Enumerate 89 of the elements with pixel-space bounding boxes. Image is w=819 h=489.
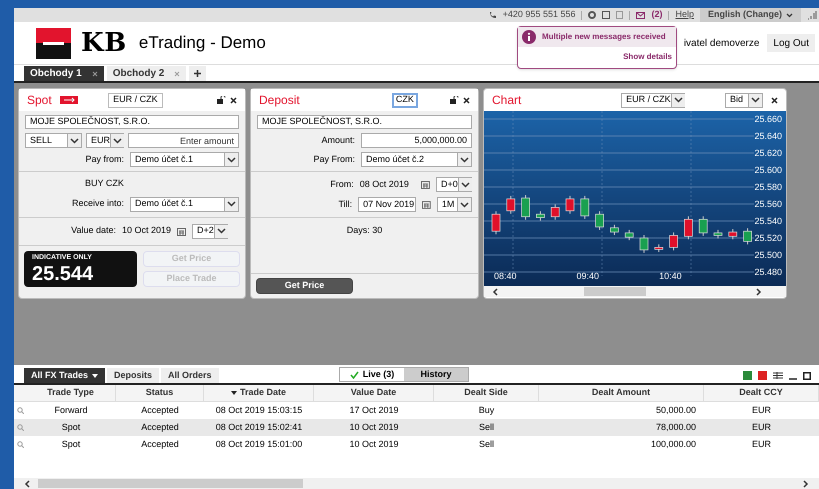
axis-label: 25.580 xyxy=(754,181,782,194)
dropdown[interactable]: Demo účet č.2 xyxy=(361,152,472,167)
table-cell-text: EUR xyxy=(750,404,772,417)
axis-label: 08:40 xyxy=(494,270,517,282)
logout-button[interactable]: Log Out xyxy=(767,34,815,52)
table-cell-text: Spot xyxy=(60,438,82,451)
column-header[interactable]: Status xyxy=(146,386,174,400)
currency-field[interactable]: CZK xyxy=(392,92,418,108)
table-cell-text: 50,000.00 xyxy=(654,404,697,417)
workspace-tab[interactable]: Obchody 1 xyxy=(24,66,104,81)
table-cell-text: Accepted xyxy=(140,438,180,451)
table-cell-text: 10 Oct 2019 xyxy=(348,438,400,451)
table-cell-text: Spot xyxy=(60,420,82,434)
field-label: Receive into: xyxy=(70,197,124,210)
phone-number: +420 955 551 556 xyxy=(502,8,576,22)
column-header[interactable]: Dealt Amount xyxy=(592,386,650,400)
table-cell-text: 100,000.00 xyxy=(650,438,697,451)
workspace-tab[interactable]: Obchody 2 xyxy=(106,66,186,81)
table-cell-text: 17 Oct 2019 xyxy=(348,404,400,417)
company-field[interactable]: MOJE SPOLEČNOST, S.R.O. xyxy=(257,115,472,129)
field-label: From: xyxy=(329,178,354,191)
axis-label: 25.540 xyxy=(754,215,782,228)
dropdown[interactable]: EUR xyxy=(86,133,124,148)
dropdown[interactable]: SELL xyxy=(25,133,82,148)
table-cell-text: Accepted xyxy=(140,420,180,434)
axis-label: 25.620 xyxy=(754,147,782,160)
table-cell-text: 08 Oct 2019 15:03:15 xyxy=(214,404,304,417)
app-title: eTrading - Demo xyxy=(138,32,266,54)
table-cell-text: Buy xyxy=(478,404,496,417)
days-count: Days: 30 xyxy=(346,224,382,237)
table-cell-text: 10 Oct 2019 xyxy=(348,420,400,434)
dropdown[interactable]: Bid xyxy=(725,92,763,108)
trades-tab[interactable]: All FX Trades xyxy=(24,368,106,383)
dropdown[interactable]: D+2 xyxy=(192,224,228,238)
panel-title: Spot xyxy=(27,92,52,109)
filter-toggle[interactable]: History xyxy=(404,368,468,381)
user-name: ivatel demoverze xyxy=(684,36,760,50)
column-header[interactable]: Trade Type xyxy=(47,386,94,400)
currency-pair-field[interactable]: EUR / CZK xyxy=(108,92,163,108)
column-header[interactable]: Trade Date xyxy=(240,386,286,400)
axis-label: 25.600 xyxy=(754,164,782,177)
panel-title: Deposit xyxy=(259,92,300,109)
field-label: Till: xyxy=(337,198,352,211)
trades-tab[interactable]: All Orders xyxy=(161,368,219,383)
axis-label: 25.640 xyxy=(754,130,782,143)
from-date: 08 Oct 2019 xyxy=(360,178,410,191)
table-cell-text: EUR xyxy=(750,420,772,434)
axis-label: 25.520 xyxy=(754,232,782,245)
till-date-field[interactable]: 07 Nov 2019 xyxy=(358,197,416,212)
table-cell-text: Accepted xyxy=(140,404,180,417)
help-link[interactable]: Help xyxy=(675,8,694,22)
table-cell-text: Sell xyxy=(478,438,495,451)
axis-label: 25.560 xyxy=(754,198,782,211)
axis-label: 09:40 xyxy=(576,270,600,282)
action-button[interactable]: Get Price xyxy=(256,278,353,294)
amount-field[interactable]: Enter amount xyxy=(128,133,239,148)
column-header[interactable]: Dealt Side xyxy=(464,386,508,400)
dropdown[interactable]: EUR / CZK xyxy=(621,92,686,108)
notification-message: Multiple new messages received xyxy=(542,31,666,43)
value-date: 10 Oct 2019 xyxy=(122,224,172,238)
dropdown[interactable]: Demo účet č.1 xyxy=(130,152,239,167)
field-label: Amount: xyxy=(320,134,355,147)
buy-label: BUY CZK xyxy=(84,177,125,190)
axis-label: 25.500 xyxy=(754,249,782,262)
dropdown[interactable]: 1M xyxy=(436,197,472,212)
axis-label: 10:40 xyxy=(659,270,682,282)
column-header[interactable]: Value Date xyxy=(350,386,396,400)
trades-tab[interactable]: Deposits xyxy=(107,368,160,383)
table-cell-text: 78,000.00 xyxy=(654,420,697,434)
table-cell-text: 08 Oct 2019 15:02:41 xyxy=(214,420,304,434)
field-label: Value date: xyxy=(70,224,116,238)
column-header[interactable]: Dealt CCY xyxy=(739,386,783,400)
axis-label: 25.660 xyxy=(754,113,782,126)
company-field[interactable]: MOJE SPOLEČNOST, S.R.O. xyxy=(25,115,239,129)
table-cell-text: EUR xyxy=(750,438,772,451)
message-count[interactable]: (2) xyxy=(651,8,662,22)
amount-field[interactable]: 5,000,000.00 xyxy=(361,133,472,148)
table-cell-text: 08 Oct 2019 15:01:00 xyxy=(214,438,304,451)
dropdown[interactable]: Demo účet č.1 xyxy=(130,196,239,212)
logo: KB xyxy=(36,24,127,62)
axis-label: 25.480 xyxy=(754,266,782,279)
dropdown[interactable]: D+0 xyxy=(436,177,472,192)
table-cell-text: Forward xyxy=(53,404,88,417)
language-menu[interactable]: English (Change) xyxy=(700,8,801,22)
field-label: Pay from: xyxy=(84,152,124,166)
table-cell-text: Sell xyxy=(478,420,495,434)
show-details-link[interactable]: Show details xyxy=(623,51,672,63)
field-label: Pay From: xyxy=(312,152,355,166)
panel-title: Chart xyxy=(492,92,522,109)
